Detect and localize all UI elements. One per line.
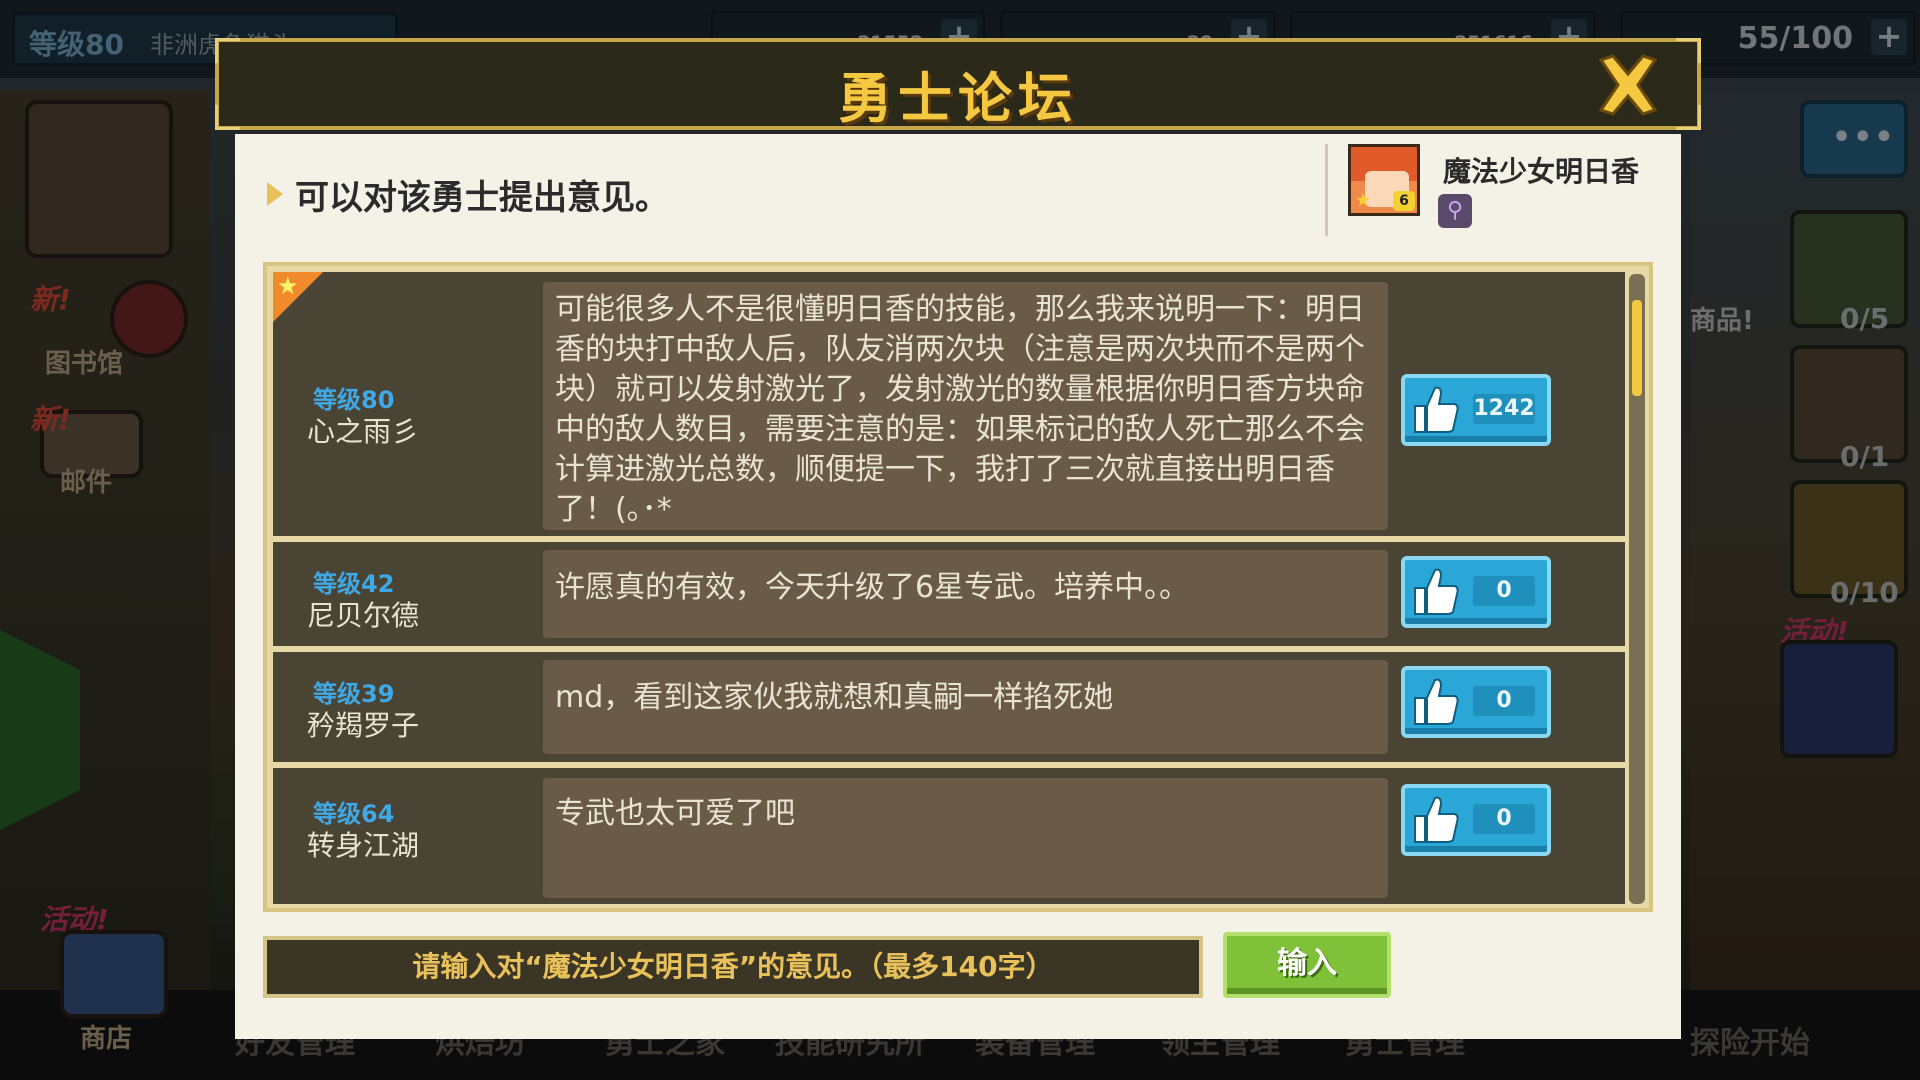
- comment-text: 许愿真的有效，今天升级了6星专武。培养中。。: [555, 570, 1190, 605]
- close-button[interactable]: [1595, 52, 1661, 118]
- comment-text: md，看到这家伙我就想和真嗣一样掐死她: [555, 680, 1114, 715]
- comment-row: ★ 等级80 心之雨彡 可能很多人不是很懂明日香的技能，那么我来说明一下：明日香…: [273, 272, 1625, 542]
- hero-forum-dialog: 勇士论坛 可以对该勇士提出意见。 ★ 6 魔法少女明日香 ⚲ ★ 等级80 心之…: [210, 38, 1706, 1043]
- comment-text-box: 专武也太可爱了吧: [543, 778, 1388, 898]
- thumbs-up-icon: [1414, 678, 1459, 725]
- comment-row: 等级42 尼贝尔德 许愿真的有效，今天升级了6星专武。培养中。。 0: [273, 542, 1625, 652]
- hero-name: 魔法少女明日香: [1443, 155, 1640, 188]
- comment-text-box: 可能很多人不是很懂明日香的技能，那么我来说明一下：明日香的块打中敌人后，队友消两…: [543, 282, 1388, 530]
- star-icon: ★: [1355, 190, 1372, 211]
- scroll-thumb[interactable]: [1632, 300, 1642, 396]
- user-name: 矜羯罗子: [307, 709, 420, 742]
- like-count: 0: [1473, 576, 1535, 606]
- like-button[interactable]: 0: [1401, 666, 1551, 738]
- dialog-body: 可以对该勇士提出意见。 ★ 6 魔法少女明日香 ⚲ ★ 等级80 心之雨彡 可能…: [235, 134, 1681, 1039]
- dialog-header: 勇士论坛: [215, 38, 1701, 130]
- comment-row: 等级64 转身江湖 专武也太可爱了吧 0: [273, 768, 1625, 904]
- user-name: 转身江湖: [307, 829, 420, 862]
- thumbs-up-icon: [1414, 568, 1459, 615]
- like-count: 1242: [1473, 394, 1535, 424]
- like-count: 0: [1473, 686, 1535, 716]
- comment-text: 可能很多人不是很懂明日香的技能，那么我来说明一下：明日香的块打中敌人后，队友消两…: [555, 292, 1365, 527]
- like-button[interactable]: 0: [1401, 556, 1551, 628]
- user-name: 心之雨彡: [307, 415, 420, 448]
- comment-text-box: md，看到这家伙我就想和真嗣一样掐死她: [543, 660, 1388, 754]
- close-icon: [1598, 54, 1658, 116]
- arrow-right-icon: [267, 182, 283, 206]
- star-icon: ★: [277, 272, 299, 300]
- scrollbar[interactable]: [1629, 274, 1645, 904]
- thumbs-up-icon: [1414, 386, 1459, 433]
- like-count: 0: [1473, 804, 1535, 834]
- submit-button[interactable]: 输入: [1223, 932, 1391, 998]
- hint-text: 可以对该勇士提出意见。: [295, 178, 669, 218]
- thumbs-up-icon: [1414, 796, 1459, 843]
- weapon-icon: ⚲: [1438, 194, 1472, 228]
- comment-input[interactable]: 请输入对“魔法少女明日香”的意见。（最多140字）: [263, 936, 1203, 998]
- hero-info: ★ 6 魔法少女明日香 ⚲: [1325, 144, 1658, 236]
- rank-badge: 6: [1393, 191, 1415, 211]
- hero-avatar: ★ 6: [1348, 144, 1420, 216]
- like-button[interactable]: 0: [1401, 784, 1551, 856]
- comment-row: 等级39 矜羯罗子 md，看到这家伙我就想和真嗣一样掐死她 0: [273, 652, 1625, 768]
- comment-list-frame: ★ 等级80 心之雨彡 可能很多人不是很懂明日香的技能，那么我来说明一下：明日香…: [263, 262, 1653, 912]
- dialog-title: 勇士论坛: [838, 67, 1078, 130]
- comment-text: 专武也太可爱了吧: [555, 796, 795, 831]
- like-button[interactable]: 1242: [1401, 374, 1551, 446]
- comment-list[interactable]: ★ 等级80 心之雨彡 可能很多人不是很懂明日香的技能，那么我来说明一下：明日香…: [273, 272, 1625, 904]
- user-name: 尼贝尔德: [307, 599, 420, 632]
- comment-text-box: 许愿真的有效，今天升级了6星专武。培养中。。: [543, 550, 1388, 638]
